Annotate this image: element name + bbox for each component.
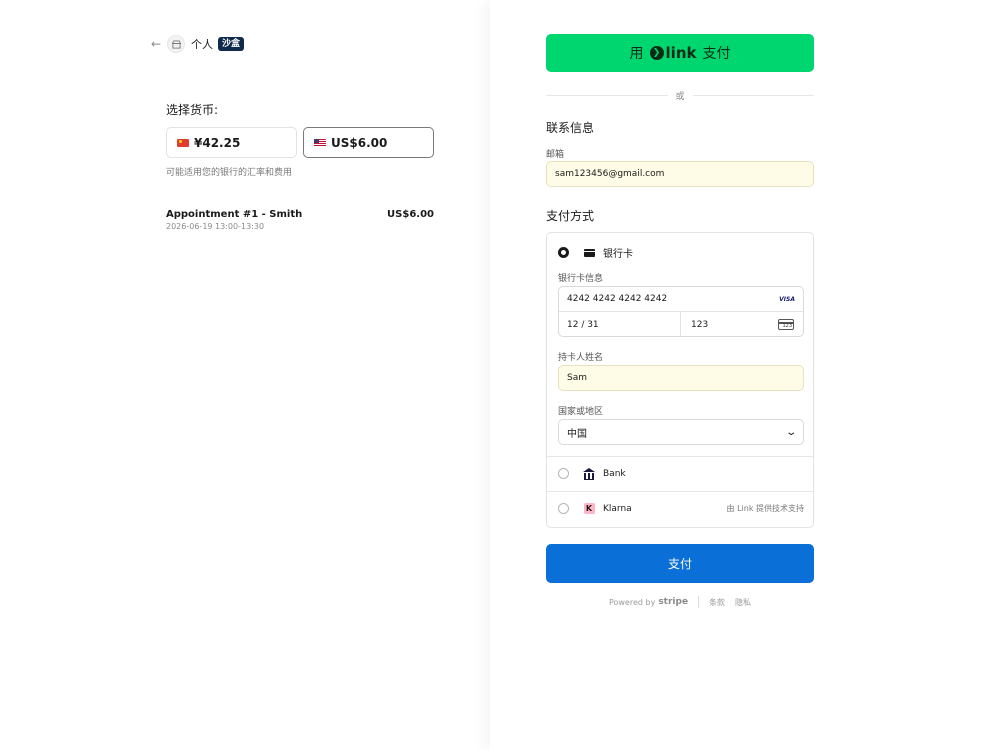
store-icon [167,35,185,53]
country-label: 国家或地区 [558,407,604,417]
card-input-group: 4242 4242 4242 4242 VISA 12 / 31 123 123 [558,286,804,337]
or-text: 或 [675,91,685,102]
terms-link[interactable]: 条款 [709,597,725,608]
arrow-left-icon[interactable]: ← [151,36,163,52]
divider [547,491,813,492]
link-logo: ❯ link [649,44,697,62]
klarna-note: 由 Link 提供技术支持 [726,504,804,513]
bank-label: Bank [603,468,626,479]
currency-option-usd[interactable]: US$6.00 [303,127,434,158]
chevron-down-icon: ⌄ [784,426,797,438]
stripe-logo[interactable]: stripe [658,597,688,607]
currency-option-cny[interactable]: ¥42.25 [166,127,297,158]
bank-radio[interactable] [558,468,569,479]
currency-note: 可能适用您的银行的汇率和费用 [166,168,293,178]
merchant-header: ← 个人 沙盒 [151,35,245,53]
method-bank[interactable]: Bank [558,468,626,480]
card-radio[interactable] [558,247,569,258]
klarna-icon: K [583,503,595,514]
payment-methods: 银行卡 银行卡信息 4242 4242 4242 4242 VISA 12 / … [546,232,814,528]
link-button-suffix: 支付 [702,46,731,62]
email-label: 邮箱 [546,150,565,160]
powered-by-text: Powered by [608,597,656,607]
divider [547,456,813,457]
cn-flag-icon [177,138,189,147]
checkout-pane: 用 ❯ link 支付 或 联系信息 邮箱 sam123456@gmail.co… [490,0,1000,750]
line-item-date: 2026-06-19 13:00-13:30 [166,222,265,231]
card-number-field[interactable]: 4242 4242 4242 4242 VISA [559,287,803,312]
line-item: Appointment #1 - Smith US$6.00 2026-06-1… [166,209,434,231]
cvc-card-icon: 123 [778,319,794,330]
payment-method-title: 支付方式 [546,209,595,223]
cardholder-label: 持卡人姓名 [558,353,604,363]
line-item-price: US$6.00 [387,209,434,220]
email-field[interactable]: sam123456@gmail.com [546,161,814,187]
us-flag-icon [314,138,326,147]
klarna-label: Klarna [603,503,632,514]
visa-icon: VISA [779,295,795,303]
link-button-prefix: 用 [629,46,644,62]
cvc-icon-text: 123 [782,323,792,329]
country-value: 中国 [567,428,587,440]
cardholder-field[interactable]: Sam [558,365,804,391]
country-select[interactable]: 中国 ⌄ [558,419,804,445]
method-klarna[interactable]: K Klarna 由 Link 提供技术支持 [558,503,804,514]
privacy-link[interactable]: 隐私 [735,597,751,608]
contact-title: 联系信息 [546,121,595,135]
card-number-value: 4242 4242 4242 4242 [567,294,668,304]
pay-button[interactable]: 支付 [546,544,814,583]
pay-with-link-button[interactable]: 用 ❯ link 支付 [546,34,814,72]
bank-icon [583,468,595,480]
cvc-field[interactable]: 123 123 [681,312,804,337]
currency-amount: ¥42.25 [194,135,241,150]
currency-label: 选择货币: [166,103,219,117]
link-arrow-icon: ❯ [649,46,664,60]
merchant-name: 个人 [191,38,213,51]
cvc-value: 123 [691,319,709,330]
card-method-label: 银行卡 [603,249,633,260]
expiry-field[interactable]: 12 / 31 [559,312,681,337]
currency-amount: US$6.00 [331,135,388,150]
or-divider: 或 [546,89,815,102]
credit-card-icon [583,248,595,257]
order-summary-pane: ← 个人 沙盒 选择货币: ¥42.25 US$6.00 可能适用您的银行的汇率… [0,0,490,750]
link-brand: link [665,44,697,62]
method-card[interactable]: 银行卡 [558,245,633,260]
klarna-radio[interactable] [558,503,569,514]
footer: Powered by stripe 条款 隐私 [546,596,814,608]
sandbox-badge: 沙盒 [218,37,245,51]
line-item-name: Appointment #1 - Smith [166,209,303,220]
card-info-label: 银行卡信息 [558,274,604,284]
